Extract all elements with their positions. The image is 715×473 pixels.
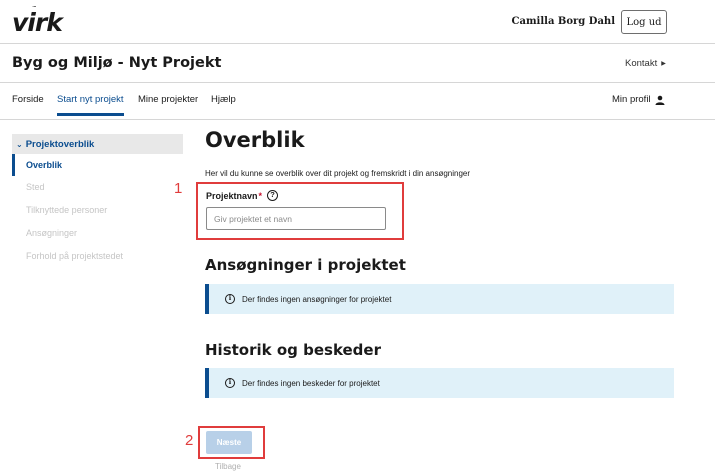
sidebar-item-sted[interactable]: Sted <box>26 182 45 192</box>
applications-info-text: Der findes ingen ansøgninger for projekt… <box>242 294 392 304</box>
sidebar-active-indicator <box>12 154 15 176</box>
intro-text: Her vil du kunne se overblik over dit pr… <box>205 169 471 178</box>
sidebar-item-overblik[interactable]: Overblik <box>26 160 62 170</box>
back-link[interactable]: Tilbage <box>215 462 241 471</box>
sidebar-item-ansoegninger[interactable]: Ansøgninger <box>26 228 77 238</box>
annotation-marker-2: 2 <box>185 432 194 449</box>
logout-button[interactable]: Log ud <box>621 10 667 34</box>
chevron-down-icon: ⌄ <box>16 140 23 149</box>
virk-logo[interactable]: ⋅⋅⋅ ⋅⋅ virk <box>12 4 72 38</box>
profile-label: Min profil <box>612 94 651 105</box>
history-info-text: Der findes ingen beskeder for projektet <box>242 378 380 388</box>
nav-item-forside[interactable]: Forside <box>12 94 44 113</box>
applications-info-box: i Der findes ingen ansøgninger for proje… <box>205 284 674 314</box>
annotation-marker-1: 1 <box>174 180 183 197</box>
nav-item-start-nyt-projekt[interactable]: Start nyt projekt <box>57 94 124 116</box>
page-title: Overblik <box>205 128 305 152</box>
history-info-box: i Der findes ingen beskeder for projekte… <box>205 368 674 398</box>
annotation-box-2 <box>198 426 265 459</box>
user-icon <box>655 95 665 105</box>
sidebar-item-forhold-paa-projektstedet[interactable]: Forhold på projektstedet <box>26 251 123 261</box>
sidebar-item-tilknyttede-personer[interactable]: Tilknyttede personer <box>26 205 107 215</box>
info-circle-icon: i <box>225 378 235 388</box>
user-name: Camilla Borg Dahl <box>511 16 615 27</box>
annotation-box-1 <box>196 182 404 240</box>
history-heading: Historik og beskeder <box>205 341 381 359</box>
logo-text: virk <box>12 8 63 37</box>
contact-label: Kontakt <box>625 58 658 69</box>
applications-heading: Ansøgninger i projektet <box>205 256 406 274</box>
nav-item-mine-projekter[interactable]: Mine projekter <box>138 94 198 113</box>
profile-link[interactable]: Min profil <box>612 94 665 105</box>
main-nav: Forside Start nyt projekt Mine projekter… <box>0 84 715 120</box>
nav-item-hjaelp[interactable]: Hjælp <box>211 94 236 113</box>
top-bar: ⋅⋅⋅ ⋅⋅ virk Camilla Borg Dahl Log ud <box>0 0 715 44</box>
app-header: Byg og Miljø - Nyt Projekt Kontakt ▶ <box>0 45 715 83</box>
contact-link[interactable]: Kontakt ▶ <box>625 58 666 69</box>
sidebar-group-label: Projektoverblik <box>25 139 95 150</box>
info-circle-icon: i <box>225 294 235 304</box>
app-title: Byg og Miljø - Nyt Projekt <box>12 55 222 71</box>
chevron-right-icon: ▶ <box>661 61 666 67</box>
sidebar-group-projektoverblik[interactable]: ⌄ Projektoverblik <box>12 134 183 154</box>
